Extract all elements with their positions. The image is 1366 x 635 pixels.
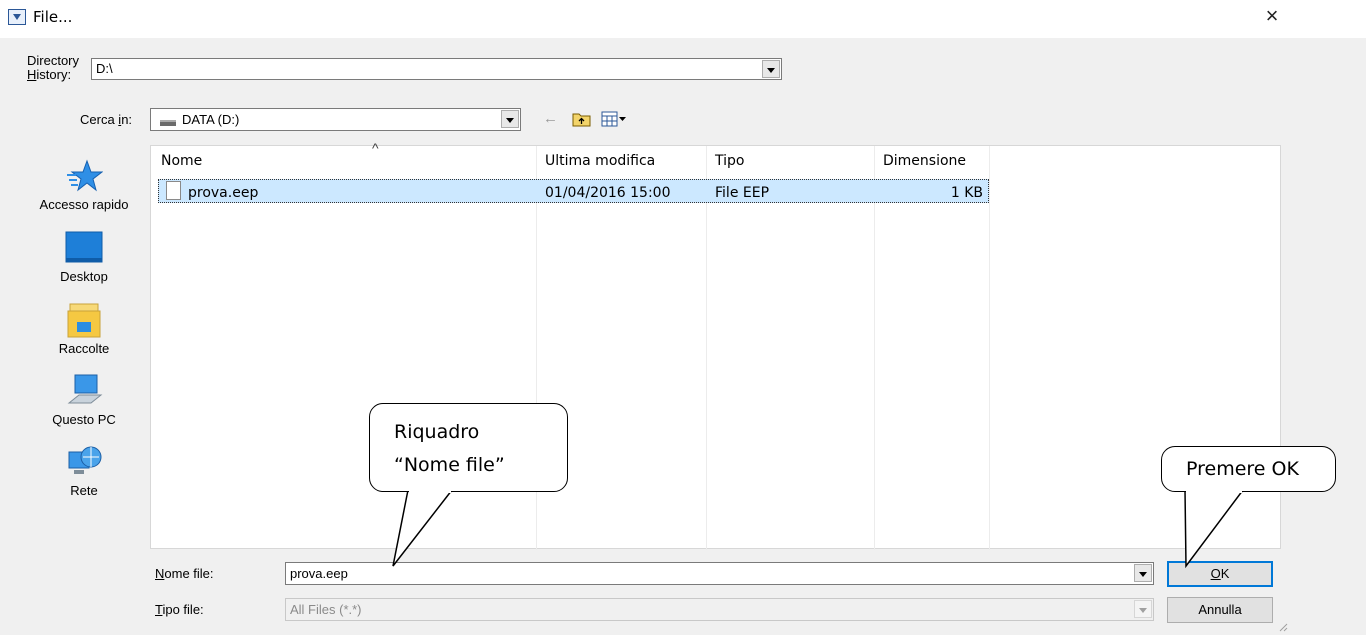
place-label: Accesso rapido bbox=[39, 197, 129, 212]
close-button[interactable]: × bbox=[1258, 4, 1286, 30]
filetype-select[interactable]: All Files (*.*) bbox=[285, 598, 1154, 621]
libraries-icon bbox=[65, 302, 103, 338]
directory-history-label-line1: Directory bbox=[27, 53, 80, 68]
look-in-value: DATA (D:) bbox=[182, 112, 240, 127]
column-separator bbox=[706, 146, 707, 550]
place-desktop[interactable]: Desktop bbox=[28, 230, 140, 284]
file-icon bbox=[166, 181, 181, 200]
file-modified: 01/04/2016 15:00 bbox=[545, 185, 671, 201]
label-text: istory: bbox=[36, 67, 72, 82]
callout-ok: Premere OK bbox=[1161, 446, 1336, 492]
cancel-button[interactable]: Annulla bbox=[1167, 597, 1273, 623]
directory-history-combo[interactable]: D:\ bbox=[91, 58, 782, 80]
column-separator bbox=[874, 146, 875, 550]
place-libraries[interactable]: Raccolte bbox=[28, 302, 140, 356]
directory-history-label-line2: History: bbox=[27, 68, 79, 82]
directory-history-label: Directory History: bbox=[27, 54, 79, 82]
callout-ok-text: Premere OK bbox=[1186, 458, 1299, 480]
column-header-size[interactable]: Dimensione bbox=[883, 153, 966, 169]
chevron-down-icon[interactable] bbox=[1134, 600, 1152, 618]
star-icon bbox=[65, 158, 104, 194]
computer-icon bbox=[65, 373, 103, 409]
chevron-down-icon[interactable] bbox=[1134, 564, 1152, 582]
button-label: K bbox=[1220, 566, 1230, 581]
chevron-down-icon[interactable] bbox=[762, 60, 780, 78]
directory-history-value: D:\ bbox=[96, 61, 113, 76]
filetype-value: All Files (*.*) bbox=[290, 602, 362, 617]
filename-label: Nome file: bbox=[155, 566, 214, 581]
column-separator bbox=[989, 146, 990, 550]
place-this-pc[interactable]: Questo PC bbox=[28, 373, 140, 427]
file-name: prova.eep bbox=[188, 185, 259, 201]
look-in-combo[interactable]: DATA (D:) bbox=[150, 108, 521, 131]
label-text: n: bbox=[121, 112, 133, 127]
resize-grip-icon[interactable] bbox=[1278, 620, 1288, 632]
window-title: File... bbox=[33, 8, 73, 26]
column-header-type[interactable]: Tipo bbox=[715, 153, 744, 169]
desktop-icon bbox=[65, 230, 103, 266]
place-network[interactable]: Rete bbox=[28, 444, 140, 498]
column-header-modified[interactable]: Ultima modifica bbox=[545, 153, 655, 169]
place-label: Rete bbox=[70, 483, 98, 498]
place-label: Questo PC bbox=[52, 412, 116, 427]
app-icon bbox=[8, 9, 26, 25]
filetype-label: Tipo file: bbox=[155, 602, 204, 617]
accelerator-key: O bbox=[1210, 566, 1221, 581]
accelerator-key: H bbox=[27, 67, 37, 82]
label-text: ipo file: bbox=[162, 602, 204, 617]
filename-input[interactable]: prova.eep bbox=[285, 562, 1154, 585]
file-size: 1 KB bbox=[950, 185, 983, 201]
label-text: Cerca bbox=[80, 112, 119, 127]
place-label: Raccolte bbox=[58, 341, 110, 356]
callout-join-mask bbox=[409, 489, 451, 493]
network-icon bbox=[65, 444, 103, 480]
file-type: File EEP bbox=[715, 185, 770, 201]
sort-ascending-icon: ^ bbox=[372, 140, 379, 156]
view-menu-icon[interactable] bbox=[601, 111, 627, 127]
place-quick-access[interactable]: Accesso rapido bbox=[28, 158, 140, 212]
look-in-label: Cerca in: bbox=[80, 112, 132, 127]
folder-up-icon[interactable] bbox=[572, 111, 592, 127]
filename-value: prova.eep bbox=[290, 566, 348, 581]
callout-join-mask bbox=[1186, 489, 1242, 493]
file-list[interactable]: ^ Nome Ultima modifica Tipo Dimensione p… bbox=[150, 140, 1281, 550]
label-text: ome file: bbox=[164, 566, 214, 581]
back-arrow-icon[interactable]: ← bbox=[543, 110, 561, 128]
callout-filename-line2: “Nome file” bbox=[394, 454, 505, 476]
callout-filename: Riquadro “Nome file” bbox=[369, 403, 568, 492]
drive-icon bbox=[160, 120, 176, 126]
chevron-down-icon[interactable] bbox=[501, 110, 519, 128]
callout-filename-line1: Riquadro bbox=[394, 421, 480, 443]
accelerator-key: N bbox=[155, 566, 165, 581]
column-header-name[interactable]: Nome bbox=[161, 153, 202, 169]
ok-button[interactable]: OK bbox=[1167, 561, 1273, 587]
place-label: Desktop bbox=[60, 269, 108, 284]
